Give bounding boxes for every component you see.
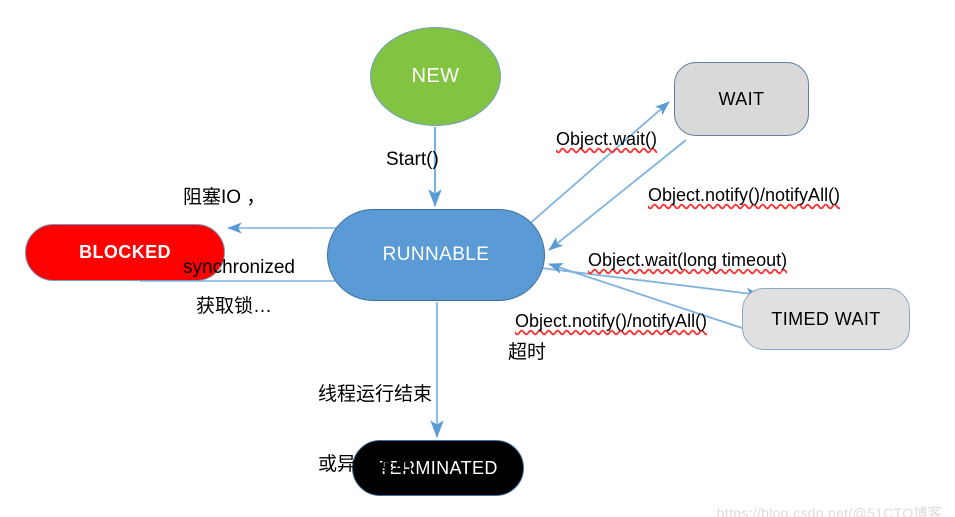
node-new-label: NEW [411,65,460,87]
edge-label-blocking-io-line2: synchronized [183,256,295,278]
edge-label-object-wait: Object.wait() [556,129,658,149]
edge-label-start: Start() [386,149,439,170]
edge-label-object-notify: Object.notify()/notifyAll() [648,185,841,205]
edge-label-acquire-lock: 获取锁… [196,296,273,317]
watermark-account: @51CTO博客 [852,505,943,517]
watermark-url: https://blog.csdn.net/ [716,505,853,517]
node-new[interactable]: NEW [370,27,501,126]
edge-runnable-to-wait [526,101,670,227]
edge-label-timeout: 超时 [508,342,547,363]
watermark: https://blog.csdn.net/@51CTO博客 [700,487,942,517]
edge-label-thread-end-line2: 或异常退出 [318,453,414,475]
node-runnable-label: RUNNABLE [382,244,490,265]
node-timed-wait-label: TIMED WAIT [771,308,881,329]
diagram-canvas: NEW RUNNABLE BLOCKED WAIT TIMED WAIT TER… [0,0,955,517]
edge-label-object-wait-timeout: Object.wait(long timeout) [588,250,788,270]
node-timed-wait[interactable]: TIMED WAIT [742,288,910,350]
node-wait-label: WAIT [718,88,765,109]
node-blocked-label: BLOCKED [79,242,171,262]
edge-label-thread-end: 线程运行结束 或异常退出 [318,337,432,517]
edge-label-blocking-io-line1: 阻塞IO ， [183,187,266,209]
node-runnable[interactable]: RUNNABLE [327,209,545,301]
edge-label-thread-end-line1: 线程运行结束 [318,384,433,406]
edge-label-object-notify-2: Object.notify()/notifyAll() [515,311,708,331]
node-wait[interactable]: WAIT [674,62,809,136]
